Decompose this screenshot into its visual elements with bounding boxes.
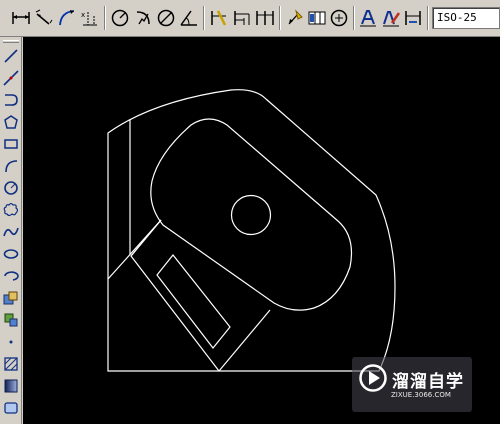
aligned-dimension-icon[interactable] [33, 7, 55, 29]
toolbar-grip[interactable] [3, 40, 19, 43]
linear-dimension-icon[interactable] [10, 7, 32, 29]
center-mark-icon[interactable] [328, 7, 350, 29]
dimension-update-icon[interactable] [402, 7, 424, 29]
rectangle-icon[interactable] [1, 134, 21, 154]
baseline-dimension-icon[interactable] [231, 7, 253, 29]
diameter-dimension-icon[interactable] [155, 7, 177, 29]
toolbar-separator [353, 6, 355, 30]
region-icon[interactable] [1, 398, 21, 418]
polygon-icon[interactable] [1, 112, 21, 132]
make-block-icon[interactable] [1, 310, 21, 330]
watermark-brand: 溜溜自学 [392, 372, 464, 392]
gradient-icon[interactable] [1, 376, 21, 396]
ellipse-icon[interactable] [1, 244, 21, 264]
quick-leader-icon[interactable] [284, 7, 306, 29]
dimension-text-edit-icon[interactable] [380, 7, 402, 29]
bottom-right-diagonal [130, 219, 162, 257]
toolbar-separator [279, 6, 281, 30]
cad-window: x ISO-25 溜溜自学 ZIXUE.3066.COM [0, 0, 500, 424]
dimension-style-select[interactable]: ISO-25 [432, 7, 500, 29]
arc-length-icon[interactable] [56, 7, 78, 29]
jogged-dimension-icon[interactable] [132, 7, 154, 29]
radius-dimension-icon[interactable] [109, 7, 131, 29]
spline-icon[interactable] [1, 222, 21, 242]
construction-line-icon[interactable] [1, 68, 21, 88]
angular-dimension-icon[interactable] [178, 7, 200, 29]
continue-dimension-icon[interactable] [254, 7, 276, 29]
toolbar-separator [104, 6, 106, 30]
line-icon[interactable] [1, 46, 21, 66]
svg-text:x: x [81, 11, 85, 19]
point-icon[interactable] [1, 332, 21, 352]
ordinate-dimension-icon[interactable]: x [79, 7, 101, 29]
circle-icon[interactable] [1, 178, 21, 198]
watermark: 溜溜自学 ZIXUE.3066.COM [352, 357, 472, 412]
quick-dimension-icon[interactable] [208, 7, 230, 29]
watermark-url: ZIXUE.3066.COM [391, 391, 451, 399]
small-rectangle [156, 254, 231, 349]
play-logo-icon [359, 364, 387, 392]
arc-icon[interactable] [1, 156, 21, 176]
band-lower-edge [218, 309, 271, 372]
toolbar-separator [203, 6, 205, 30]
dimension-edit-icon[interactable] [357, 7, 379, 29]
dimension-toolbar: x ISO-25 [0, 0, 500, 37]
hatch-icon[interactable] [1, 354, 21, 374]
ellipse-arc-icon[interactable] [1, 266, 21, 286]
revision-cloud-icon[interactable] [1, 200, 21, 220]
polyline-icon[interactable] [1, 90, 21, 110]
tolerance-icon[interactable] [306, 7, 328, 29]
insert-block-icon[interactable] [1, 288, 21, 308]
draw-toolbar [0, 37, 22, 424]
center-hole [230, 194, 272, 236]
toolbar-separator [427, 6, 429, 30]
